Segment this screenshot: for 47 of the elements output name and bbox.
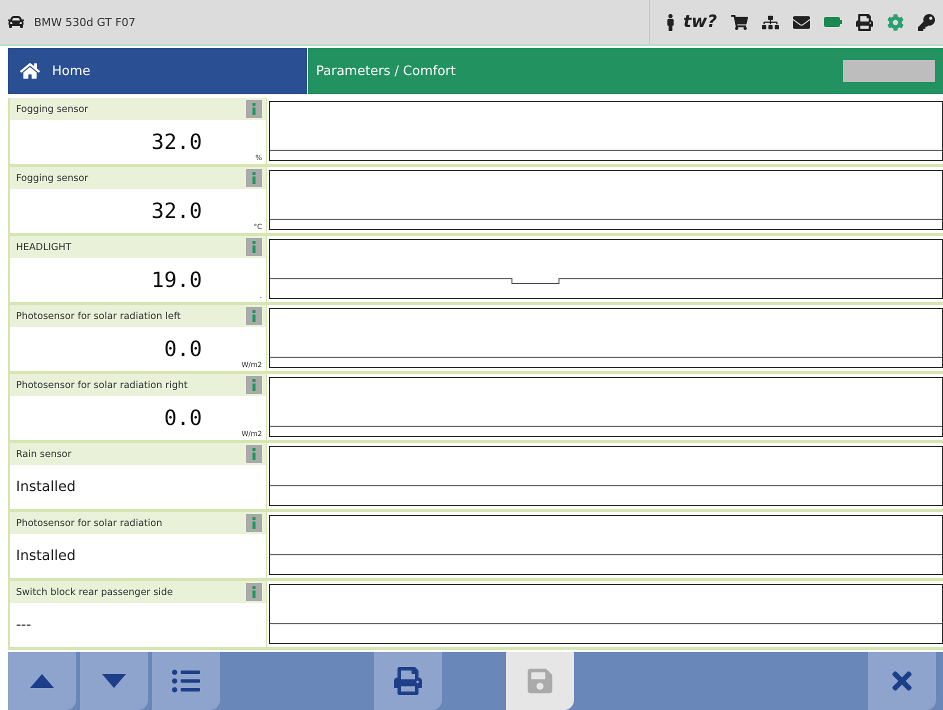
save-icon xyxy=(526,667,554,695)
envelope-icon[interactable] xyxy=(793,14,810,30)
parameter-value: 32.0 xyxy=(151,199,202,223)
printer-icon xyxy=(394,667,422,695)
parameter-label: Photosensor for solar radiation xyxy=(16,518,162,528)
down-arrow-icon xyxy=(102,674,126,688)
network-icon[interactable] xyxy=(762,14,779,30)
parameter-label: Fogging sensor xyxy=(16,172,88,184)
parameter-value: 0.0 xyxy=(164,406,202,430)
parameter-label: HEADLIGHT xyxy=(16,242,72,252)
parameter-value: Installed xyxy=(16,479,76,495)
home-button[interactable]: Home xyxy=(8,48,308,94)
info-icon xyxy=(252,241,256,253)
list-icon xyxy=(172,667,200,695)
vehicle-name: BMW 530d GT F07 xyxy=(34,16,137,28)
parameter-label: Rain sensor xyxy=(16,448,72,460)
parameter-value: --- xyxy=(16,617,32,633)
info-icon xyxy=(252,310,256,322)
list-button[interactable] xyxy=(152,652,220,710)
info-icon xyxy=(252,103,256,115)
print-button[interactable] xyxy=(374,652,442,710)
info-icon xyxy=(252,517,256,529)
scroll-down-button[interactable] xyxy=(80,652,148,710)
parameter-value: Installed xyxy=(16,548,76,564)
scroll-up-button[interactable] xyxy=(8,652,76,710)
parameter-label: Switch block rear passenger side xyxy=(16,586,173,598)
close-button[interactable] xyxy=(868,652,936,710)
info-icon xyxy=(252,172,256,184)
up-arrow-icon xyxy=(30,674,54,688)
parameter-value: 19.0 xyxy=(151,268,202,292)
cart-icon[interactable] xyxy=(731,14,748,30)
parameter-label: Photosensor for solar radiation right xyxy=(16,380,188,390)
key-icon[interactable] xyxy=(918,14,935,30)
gear-icon[interactable] xyxy=(887,14,904,30)
help-text[interactable]: tw? xyxy=(683,12,717,32)
info-icon xyxy=(252,586,256,598)
info-icon xyxy=(252,448,256,460)
info-icon xyxy=(252,379,256,391)
parameter-label: Fogging sensor xyxy=(16,104,88,114)
home-icon xyxy=(20,61,40,81)
parameter-value: 0.0 xyxy=(164,337,202,361)
parameter-label: Photosensor for solar radiation left xyxy=(16,310,181,322)
battery-icon[interactable] xyxy=(824,17,842,27)
breadcrumb: Parameters / Comfort xyxy=(316,64,456,78)
parameter-value: 32.0 xyxy=(151,130,202,154)
printer-icon[interactable] xyxy=(856,14,873,30)
car-icon xyxy=(8,14,24,30)
